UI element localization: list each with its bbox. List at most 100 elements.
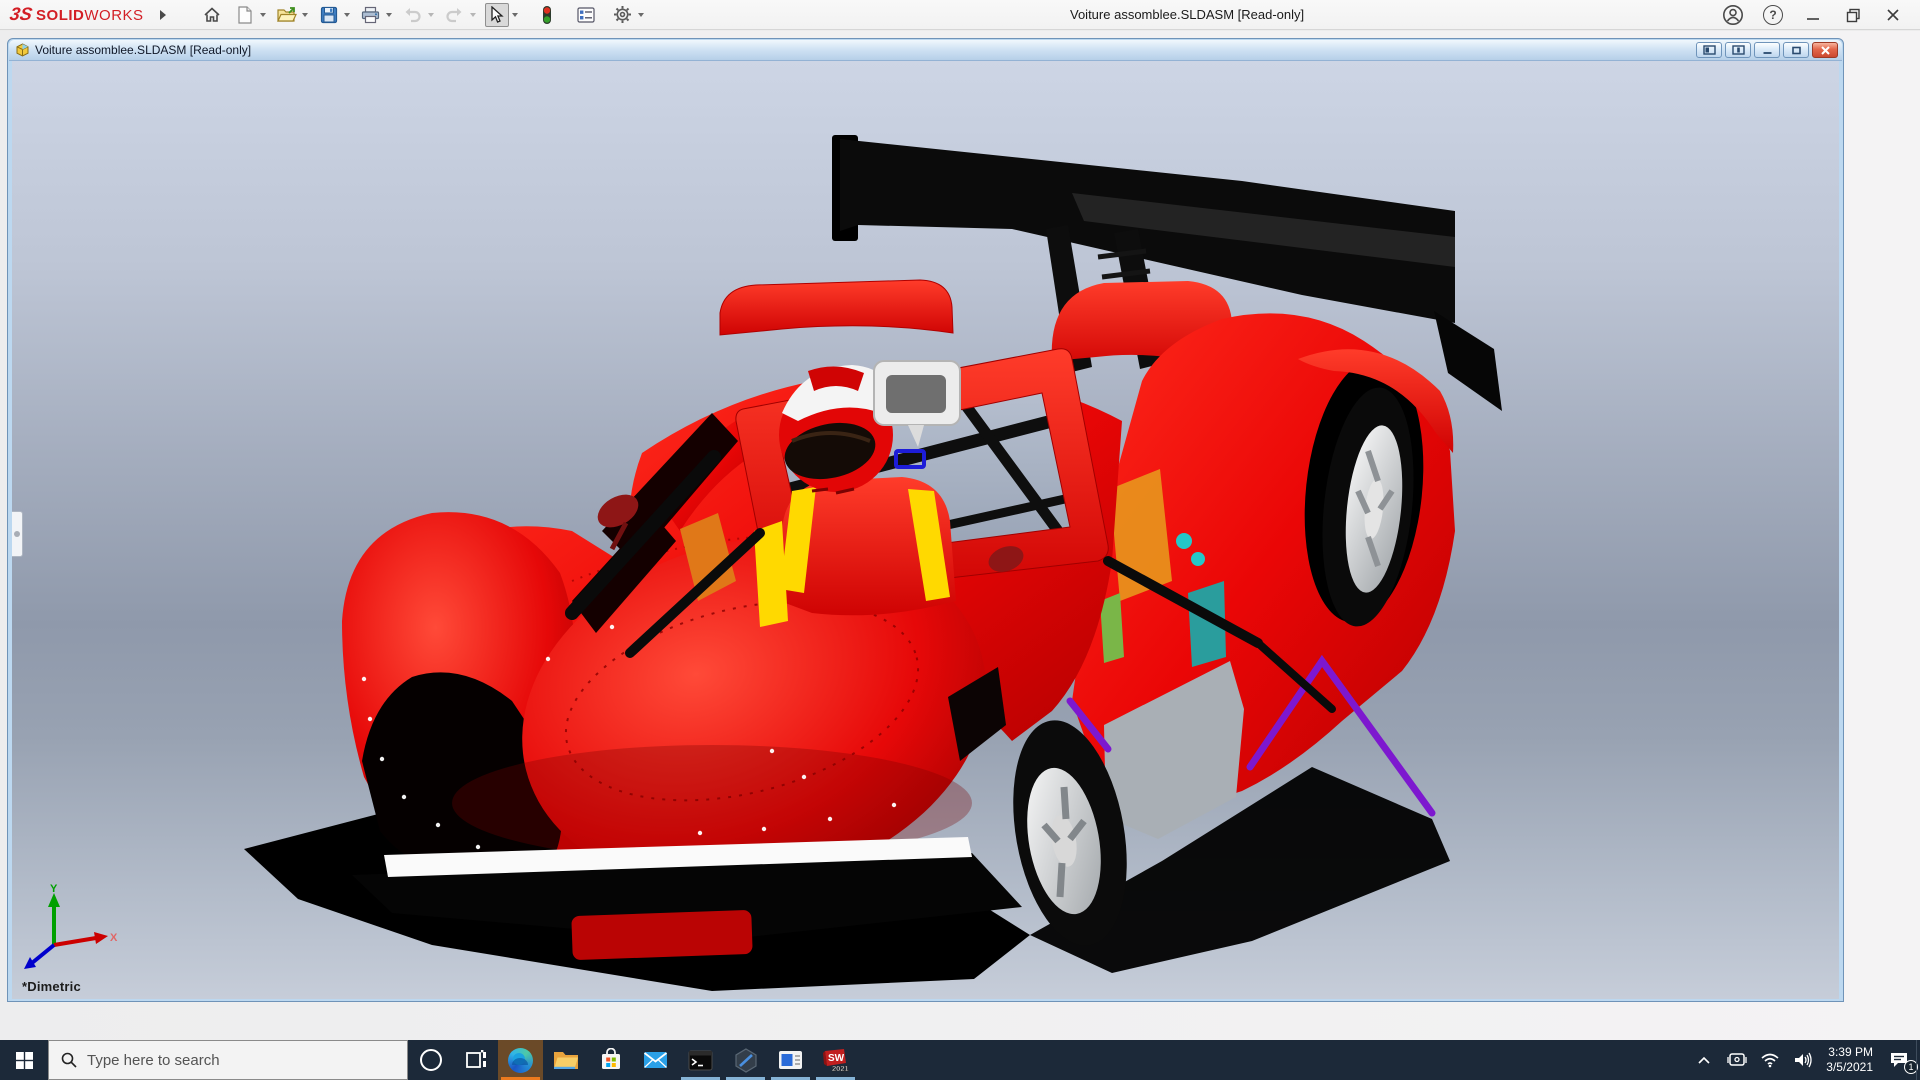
- document-window-buttons: [1696, 42, 1838, 58]
- taskbar-app-task-view[interactable]: [453, 1040, 498, 1080]
- document-titlebar[interactable]: Voiture assomblee.SLDASM [Read-only]: [9, 40, 1842, 61]
- clock-time: 3:39 PM: [1828, 1045, 1873, 1059]
- clock-date: 3/5/2021: [1826, 1060, 1873, 1074]
- tray-display-button[interactable]: [1725, 1040, 1749, 1080]
- taskbar-app-hexagon[interactable]: [723, 1040, 768, 1080]
- action-center-button[interactable]: 1: [1884, 1040, 1918, 1080]
- tray-clock[interactable]: 3:39 PM 3/5/2021: [1824, 1045, 1875, 1075]
- close-button[interactable]: [1880, 2, 1906, 28]
- display-icon: [1727, 1053, 1747, 1066]
- restore-icon: [1846, 8, 1860, 22]
- media-app-icon: [779, 1051, 802, 1069]
- new-document-dropdown[interactable]: [259, 12, 266, 17]
- redo-button[interactable]: [443, 3, 467, 27]
- show-desktop-button[interactable]: [1916, 1040, 1920, 1080]
- quick-access-toolbar: [200, 2, 653, 27]
- document-restore-button[interactable]: [1783, 42, 1809, 58]
- search-icon: [61, 1052, 77, 1068]
- undo-icon: [405, 7, 421, 22]
- taskbar-app-file-explorer[interactable]: [543, 1040, 588, 1080]
- volume-icon: [1795, 1052, 1812, 1068]
- document-minimize-button[interactable]: [1754, 42, 1780, 58]
- print-button[interactable]: [359, 3, 383, 27]
- rebuild-traffic-light-icon: [542, 5, 551, 24]
- windows-logo-icon: [15, 1051, 33, 1069]
- redo-dropdown[interactable]: [469, 12, 476, 17]
- app-titlebar: 3S SOLID WORKS Voiture assomblee.SLDASM …: [0, 0, 1920, 30]
- menu-expand-arrow-icon[interactable]: [159, 9, 166, 20]
- tray-overflow-button[interactable]: [1692, 1040, 1716, 1080]
- open-button[interactable]: [275, 3, 299, 27]
- cortana-icon: [419, 1049, 442, 1071]
- undo-dropdown[interactable]: [427, 12, 434, 17]
- close-icon: [1887, 9, 1899, 21]
- taskbar-search[interactable]: [48, 1040, 408, 1080]
- tray-volume-button[interactable]: [1791, 1040, 1815, 1080]
- tray-network-button[interactable]: [1758, 1040, 1782, 1080]
- new-document-button[interactable]: [233, 3, 257, 27]
- view-orientation-label: *Dimetric: [22, 979, 81, 994]
- rebuild-button[interactable]: [535, 3, 559, 27]
- logo-solid: SOLID: [36, 7, 85, 24]
- minimize-icon: [1807, 18, 1819, 20]
- document-close-button[interactable]: [1812, 42, 1838, 58]
- solidworks-year-badge: 2021: [832, 1064, 849, 1073]
- taskbar-app-store[interactable]: [588, 1040, 633, 1080]
- chevron-up-icon: [1698, 1056, 1710, 1064]
- system-tray: 3:39 PM 3/5/2021 1: [1692, 1040, 1918, 1080]
- settings-button[interactable]: [611, 3, 635, 27]
- feature-pane-collapsed-tab[interactable]: [12, 511, 23, 557]
- terminal-icon: [688, 1050, 713, 1070]
- settings-gear-icon: [614, 6, 632, 23]
- graphics-viewport[interactable]: Y X *Dimetric: [12, 61, 1839, 999]
- pane-left-icon: [1702, 45, 1716, 55]
- taskbar-app-media[interactable]: [768, 1040, 813, 1080]
- assembly-document-icon: [16, 42, 29, 57]
- restore-icon: [1791, 46, 1801, 54]
- taskbar-app-mail[interactable]: [633, 1040, 678, 1080]
- taskbar-app-solidworks[interactable]: SW 2021: [813, 1040, 858, 1080]
- toggle-left-pane-button[interactable]: [1696, 42, 1722, 58]
- hexagon-app-icon: [734, 1047, 757, 1073]
- home-button[interactable]: [200, 3, 224, 27]
- taskbar-app-terminal[interactable]: [678, 1040, 723, 1080]
- account-button[interactable]: [1720, 2, 1746, 28]
- save-dropdown[interactable]: [343, 12, 350, 17]
- client-area: Voiture assomblee.SLDASM [Read-only] Y X…: [0, 31, 1920, 1041]
- settings-dropdown[interactable]: [637, 12, 644, 17]
- print-dropdown[interactable]: [385, 12, 392, 17]
- toggle-split-pane-button[interactable]: [1725, 42, 1751, 58]
- save-button[interactable]: [317, 3, 341, 27]
- select-tool-button[interactable]: [484, 2, 509, 27]
- select-tool-dropdown[interactable]: [511, 12, 518, 17]
- desktop: 3S SOLID WORKS Voiture assomblee.SLDASM …: [0, 0, 1920, 1080]
- open-dropdown[interactable]: [301, 12, 308, 17]
- file-explorer-icon: [553, 1052, 578, 1069]
- logo-works: WORKS: [84, 7, 144, 24]
- close-icon: [1820, 45, 1830, 55]
- document-window: Voiture assomblee.SLDASM [Read-only] Y X…: [7, 38, 1844, 1002]
- orientation-triad: Y X: [24, 883, 118, 969]
- taskbar-app-edge[interactable]: [498, 1040, 543, 1080]
- start-button[interactable]: [0, 1040, 48, 1080]
- pane-tab-grip: [14, 531, 20, 537]
- help-button[interactable]: ?: [1760, 2, 1786, 28]
- wifi-icon: [1761, 1053, 1779, 1068]
- print-icon: [361, 6, 380, 23]
- undo-button[interactable]: [401, 3, 425, 27]
- restore-button[interactable]: [1840, 2, 1866, 28]
- task-view-icon: [465, 1050, 486, 1068]
- search-input[interactable]: [87, 1051, 387, 1069]
- app-title-text: Voiture assomblee.SLDASM [Read-only]: [1070, 7, 1305, 22]
- taskbar-app-cortana[interactable]: [408, 1040, 453, 1080]
- taskbar: SW 2021 3:39 PM 3/5/2021: [0, 1040, 1920, 1080]
- car-3d-model: [244, 135, 1502, 991]
- pane-split-icon: [1731, 45, 1745, 55]
- document-title-text: Voiture assomblee.SLDASM [Read-only]: [35, 43, 252, 57]
- minimize-button[interactable]: [1800, 2, 1826, 28]
- frame-controls: ?: [1720, 0, 1920, 30]
- solidworks-logo: 3S SOLID WORKS: [8, 4, 144, 25]
- new-document-icon: [237, 5, 252, 24]
- properties-button[interactable]: [574, 3, 598, 27]
- home-icon: [204, 6, 220, 22]
